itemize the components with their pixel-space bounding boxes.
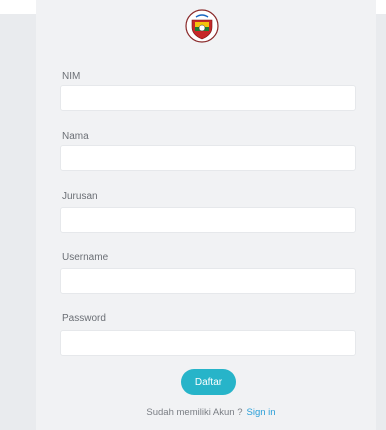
username-input[interactable]	[60, 268, 356, 294]
jurusan-input[interactable]	[60, 207, 356, 233]
signin-link[interactable]: Sign in	[247, 407, 276, 418]
jurusan-label: Jurusan	[62, 191, 98, 202]
nim-input[interactable]	[60, 85, 356, 111]
nim-label: NIM	[62, 71, 81, 82]
password-label: Password	[62, 313, 106, 324]
username-label: Username	[62, 252, 109, 263]
signin-prompt-text: Sudah memiliki Akun ?	[146, 407, 243, 418]
university-emblem-icon	[185, 9, 219, 43]
password-input[interactable]	[60, 330, 356, 356]
daftar-button[interactable]: Daftar	[181, 369, 236, 395]
signin-prompt-row: Sudah memiliki Akun ? Sign in	[0, 407, 386, 418]
nama-input[interactable]	[60, 145, 356, 171]
nama-label: Nama	[62, 131, 89, 142]
